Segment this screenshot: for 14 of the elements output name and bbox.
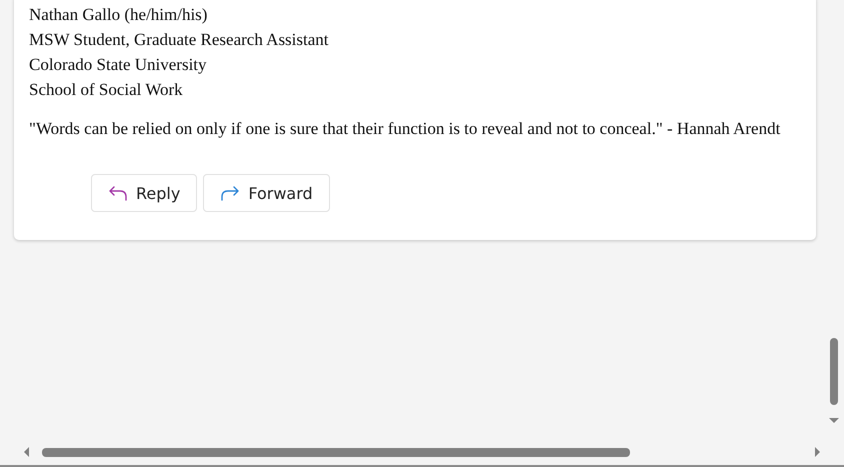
scroll-down-icon[interactable] [829, 418, 839, 424]
signature-line: Colorado State University [29, 54, 208, 76]
signature-line: Nathan Gallo (he/him/his) [29, 4, 208, 26]
forward-button[interactable]: Forward [203, 174, 330, 212]
signature-line: MSW Student, Graduate Research Assistant [29, 29, 330, 51]
forward-arrow-icon [220, 185, 240, 201]
reply-arrow-icon [108, 185, 128, 201]
reply-button[interactable]: Reply [91, 174, 198, 212]
scroll-right-icon[interactable] [815, 447, 821, 457]
signature-line: School of Social Work [29, 79, 184, 101]
quote-text: "Words can be relied on only if one is sure that their function is to reveal and not to conceal." - Hannah Arendt [29, 118, 782, 140]
scroll-left-icon[interactable] [23, 447, 29, 457]
scrollbar-thumb[interactable] [830, 338, 838, 405]
scrollbar-thumb[interactable] [42, 448, 630, 456]
